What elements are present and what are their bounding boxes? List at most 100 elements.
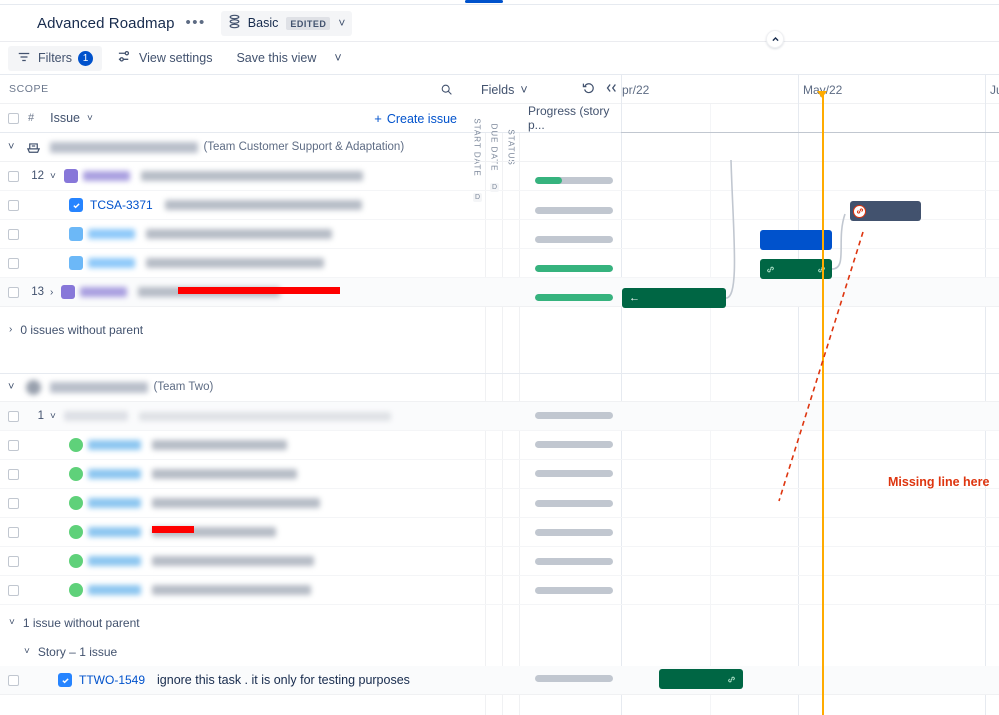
- view-selector[interactable]: Basic EDITED ˅: [221, 11, 353, 36]
- collapse-icon[interactable]: [604, 81, 618, 98]
- row-checkbox[interactable]: [8, 469, 19, 480]
- issue-key-redacted: [88, 527, 141, 537]
- story-group-header[interactable]: ˅ Story – 1 issue: [0, 637, 999, 666]
- edited-badge: EDITED: [286, 17, 330, 30]
- progress-bar: [535, 177, 613, 184]
- link-icon[interactable]: [764, 263, 777, 276]
- table-row[interactable]: [0, 489, 999, 518]
- issue-summary: ignore this task . it is only for testin…: [157, 673, 410, 687]
- issue-key-redacted: [88, 469, 141, 479]
- task-icon: [69, 198, 83, 212]
- progress-bar: [535, 529, 613, 536]
- bar-story-final[interactable]: [659, 669, 743, 689]
- progress-bar: [535, 441, 613, 448]
- row-checkbox[interactable]: [8, 287, 19, 298]
- story-icon: [69, 438, 83, 452]
- group-footer-without-parent[interactable]: ˅ 1 issue without parent: [0, 608, 999, 637]
- table-row[interactable]: TTWO-1549 ignore this task . it is only …: [0, 666, 999, 695]
- bar-epic-dark[interactable]: ←: [622, 288, 726, 308]
- table-row[interactable]: [0, 460, 999, 489]
- filters-button[interactable]: Filters 1: [8, 46, 102, 71]
- create-issue-label: Create issue: [387, 112, 457, 126]
- table-row[interactable]: [0, 431, 999, 460]
- issue-summary-redacted: [152, 440, 287, 450]
- create-issue-button[interactable]: + Create issue: [374, 111, 457, 126]
- row-expand-chevron[interactable]: ˅: [50, 171, 56, 182]
- today-marker-line: [822, 92, 824, 715]
- table-row[interactable]: 12 ˅: [0, 162, 999, 191]
- view-name: Basic: [248, 16, 279, 30]
- group-team-label: (Team Customer Support & Adaptation): [203, 141, 404, 153]
- select-all-checkbox[interactable]: [8, 113, 19, 124]
- task-icon: [58, 673, 72, 687]
- progress-bar: [535, 236, 613, 243]
- view-settings-label: View settings: [139, 51, 212, 65]
- link-icon[interactable]: [725, 673, 738, 686]
- row-expand-chevron[interactable]: ›: [50, 287, 53, 298]
- group-header-row[interactable]: ˅ (Team Customer Support & Adaptation): [0, 133, 999, 162]
- row-checkbox[interactable]: [8, 440, 19, 451]
- rank-column-header: #: [28, 112, 34, 124]
- row-checkbox[interactable]: [8, 411, 19, 422]
- chevron-down-icon[interactable]: ˅: [9, 617, 15, 628]
- issue-summary-redacted: [152, 585, 311, 595]
- story-icon: [69, 256, 83, 270]
- link-icon[interactable]: [853, 205, 866, 218]
- group-expand-chevron[interactable]: ˅: [8, 381, 14, 393]
- fields-button[interactable]: Fields ˅: [481, 80, 528, 100]
- toolbar-more-button[interactable]: ˅: [327, 46, 348, 71]
- search-icon[interactable]: [440, 83, 453, 99]
- row-checkbox[interactable]: [8, 527, 19, 538]
- row-rank: 1: [28, 410, 44, 422]
- arrow-left-icon: ←: [629, 293, 640, 304]
- story-icon: [69, 227, 83, 241]
- issue-key-redacted: [88, 585, 141, 595]
- issue-key[interactable]: TTWO-1549: [79, 673, 145, 687]
- row-checkbox[interactable]: [8, 585, 19, 596]
- without-parent-label: 0 issues without parent: [20, 323, 143, 337]
- table-row[interactable]: [0, 249, 999, 278]
- group-expand-chevron[interactable]: ˅: [8, 141, 14, 153]
- group-name-redacted: [50, 382, 148, 393]
- table-row[interactable]: [0, 220, 999, 249]
- bar-epic-navy[interactable]: [850, 201, 921, 221]
- issue-key[interactable]: TCSA-3371: [90, 198, 153, 212]
- row-expand-chevron[interactable]: ˅: [50, 411, 56, 422]
- issue-summary-redacted: [146, 229, 332, 239]
- chevron-right-icon[interactable]: ›: [9, 324, 12, 335]
- table-row[interactable]: [0, 576, 999, 605]
- roadmap-rows: ˅ (Team Customer Support & Adaptation) 1…: [0, 133, 999, 715]
- row-checkbox[interactable]: [8, 556, 19, 567]
- row-checkbox[interactable]: [8, 171, 19, 182]
- group-header-row[interactable]: ˅ (Team Two): [0, 373, 999, 402]
- table-row[interactable]: [0, 547, 999, 576]
- filters-count-badge: 1: [78, 51, 93, 66]
- issue-key-redacted: [88, 498, 141, 508]
- save-view-button[interactable]: Save this view: [227, 46, 325, 71]
- row-checkbox[interactable]: [8, 200, 19, 211]
- chevron-down-icon[interactable]: ˅: [338, 16, 345, 30]
- app-header: Advanced Roadmap ••• Basic EDITED ˅: [0, 5, 999, 42]
- table-row[interactable]: 1 ˅: [0, 402, 999, 431]
- more-options-button[interactable]: •••: [186, 18, 206, 28]
- table-row[interactable]: [0, 518, 999, 547]
- panel-collapse-toggle[interactable]: [766, 30, 784, 48]
- undo-icon[interactable]: [582, 81, 596, 98]
- epic-icon: [61, 285, 75, 299]
- progress-bar: [535, 265, 613, 272]
- progress-bar: [535, 587, 613, 594]
- issue-key-redacted: [88, 229, 135, 239]
- chevron-down-icon[interactable]: ˅: [24, 646, 30, 657]
- view-settings-button[interactable]: View settings: [108, 46, 221, 71]
- active-tab-indicator[interactable]: [465, 0, 503, 3]
- chevron-down-icon[interactable]: ˅: [87, 113, 93, 124]
- row-checkbox[interactable]: [8, 675, 19, 686]
- fields-label: Fields: [481, 83, 514, 97]
- row-checkbox[interactable]: [8, 229, 19, 240]
- story-group-label: Story – 1 issue: [38, 645, 117, 659]
- group-footer-without-parent[interactable]: › 0 issues without parent: [0, 315, 999, 344]
- row-checkbox[interactable]: [8, 498, 19, 509]
- table-row[interactable]: 13 ›: [0, 278, 999, 307]
- row-checkbox[interactable]: [8, 258, 19, 269]
- board-icon: [25, 139, 41, 155]
